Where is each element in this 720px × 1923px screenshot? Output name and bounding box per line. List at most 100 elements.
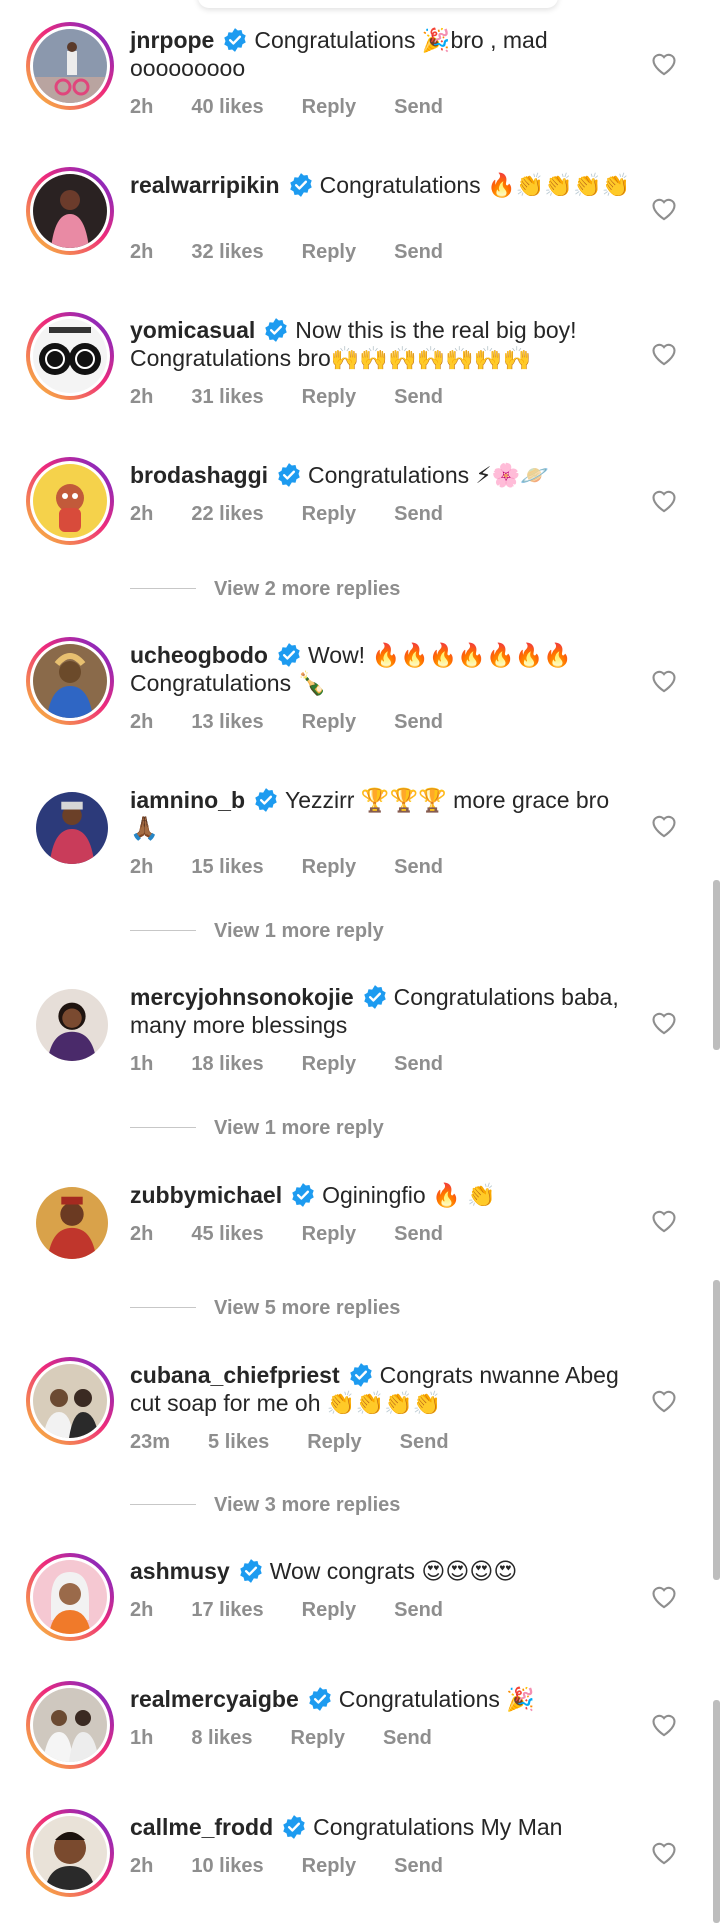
like-heart-icon[interactable]: [650, 1009, 678, 1035]
comment-time: 2h: [130, 1855, 154, 1877]
avatar[interactable]: [26, 1681, 114, 1769]
like-heart-icon[interactable]: [650, 1583, 678, 1609]
send-button[interactable]: Send: [400, 1431, 449, 1453]
reply-button[interactable]: Reply: [291, 1727, 345, 1749]
view-more-replies[interactable]: View 2 more replies: [130, 578, 400, 601]
reply-button[interactable]: Reply: [307, 1431, 361, 1453]
comment-username[interactable]: mercyjohnsonokojie: [130, 984, 354, 1010]
verified-badge-icon: [348, 1362, 374, 1388]
avatar[interactable]: [26, 1809, 114, 1897]
view-more-label[interactable]: View 1 more reply: [214, 920, 384, 942]
avatar[interactable]: [26, 22, 114, 110]
comment-likes[interactable]: 31 likes: [191, 386, 263, 408]
reply-button[interactable]: Reply: [302, 96, 356, 118]
avatar[interactable]: [26, 1357, 114, 1445]
comment-likes[interactable]: 18 likes: [191, 1053, 263, 1075]
like-heart-icon[interactable]: [650, 1387, 678, 1413]
send-button[interactable]: Send: [394, 96, 443, 118]
like-heart-icon[interactable]: [650, 1207, 678, 1233]
send-button[interactable]: Send: [394, 711, 443, 733]
comment-likes[interactable]: 13 likes: [191, 711, 263, 733]
comment-text-block: ucheogbodo Wow! 🔥🔥🔥🔥🔥🔥🔥 Congratulations 🍾: [130, 641, 640, 697]
comment-likes[interactable]: 45 likes: [191, 1223, 263, 1245]
send-button[interactable]: Send: [383, 1727, 432, 1749]
comment-username[interactable]: ucheogbodo: [130, 642, 268, 668]
comment-username[interactable]: yomicasual: [130, 317, 255, 343]
comment-text-block: ashmusy Wow congrats 😍😍😍😍: [130, 1557, 640, 1585]
avatar[interactable]: [26, 782, 114, 870]
view-more-replies[interactable]: View 5 more replies: [130, 1297, 400, 1320]
like-heart-icon[interactable]: [650, 340, 678, 366]
comment-likes[interactable]: 32 likes: [191, 241, 263, 263]
reply-button[interactable]: Reply: [302, 1223, 356, 1245]
like-heart-icon[interactable]: [650, 1711, 678, 1737]
send-button[interactable]: Send: [394, 241, 443, 263]
send-button[interactable]: Send: [394, 1599, 443, 1621]
reply-button[interactable]: Reply: [302, 1053, 356, 1075]
comment-likes[interactable]: 5 likes: [208, 1431, 269, 1453]
comment-likes[interactable]: 17 likes: [191, 1599, 263, 1621]
view-more-label[interactable]: View 5 more replies: [214, 1297, 400, 1319]
reply-button[interactable]: Reply: [302, 1855, 356, 1877]
comment-username[interactable]: iamnino_b: [130, 787, 245, 813]
comment-username[interactable]: cubana_chiefpriest: [130, 1362, 340, 1388]
top-sheet-edge: [198, 0, 558, 8]
comment-likes[interactable]: 10 likes: [191, 1855, 263, 1877]
view-more-label[interactable]: View 2 more replies: [214, 578, 400, 600]
avatar[interactable]: [26, 1553, 114, 1641]
comment-username[interactable]: brodashaggi: [130, 462, 268, 488]
comment-text-block: jnrpope Congratulations 🎉bro , mad oooooo…: [130, 26, 640, 82]
avatar[interactable]: [26, 167, 114, 255]
verified-badge-icon: [276, 642, 302, 668]
reply-button[interactable]: Reply: [302, 386, 356, 408]
reply-button[interactable]: Reply: [302, 1599, 356, 1621]
avatar[interactable]: [26, 1177, 114, 1265]
like-heart-icon[interactable]: [650, 195, 678, 221]
scrollbar-thumb[interactable]: [713, 1280, 720, 1580]
verified-badge-icon: [362, 984, 388, 1010]
send-button[interactable]: Send: [394, 386, 443, 408]
verified-badge-icon: [263, 317, 289, 343]
send-button[interactable]: Send: [394, 1855, 443, 1877]
comment-meta: 2h 32 likes Reply Send: [130, 241, 481, 264]
comment-meta: 1h 18 likes Reply Send: [130, 1053, 481, 1076]
avatar[interactable]: [26, 312, 114, 400]
comment-username[interactable]: realwarripikin: [130, 172, 280, 198]
reply-button[interactable]: Reply: [302, 711, 356, 733]
avatar[interactable]: [26, 637, 114, 725]
scrollbar-thumb[interactable]: [713, 880, 720, 1050]
send-button[interactable]: Send: [394, 503, 443, 525]
comment-time: 2h: [130, 1599, 154, 1621]
like-heart-icon[interactable]: [650, 667, 678, 693]
scrollbar-thumb[interactable]: [713, 1700, 720, 1923]
comment-meta: 2h 17 likes Reply Send: [130, 1599, 481, 1622]
view-more-replies[interactable]: View 1 more reply: [130, 920, 384, 943]
view-more-label[interactable]: View 3 more replies: [214, 1494, 400, 1516]
reply-button[interactable]: Reply: [302, 503, 356, 525]
comment-username[interactable]: jnrpope: [130, 27, 214, 53]
comment-username[interactable]: realmercyaigbe: [130, 1686, 299, 1712]
comment-username[interactable]: zubbymichael: [130, 1182, 282, 1208]
view-more-replies[interactable]: View 1 more reply: [130, 1117, 384, 1140]
like-heart-icon[interactable]: [650, 50, 678, 76]
view-more-replies[interactable]: View 3 more replies: [130, 1494, 400, 1517]
comment-meta: 23m 5 likes Reply Send: [130, 1431, 487, 1454]
comment-likes[interactable]: 22 likes: [191, 503, 263, 525]
send-button[interactable]: Send: [394, 1053, 443, 1075]
like-heart-icon[interactable]: [650, 812, 678, 838]
send-button[interactable]: Send: [394, 1223, 443, 1245]
comment-username[interactable]: callme_frodd: [130, 1814, 273, 1840]
like-heart-icon[interactable]: [650, 487, 678, 513]
reply-button[interactable]: Reply: [302, 241, 356, 263]
like-heart-icon[interactable]: [650, 1839, 678, 1865]
comment-username[interactable]: ashmusy: [130, 1558, 230, 1584]
avatar[interactable]: [26, 457, 114, 545]
reply-thread-line: [130, 1504, 196, 1505]
avatar[interactable]: [26, 979, 114, 1067]
view-more-label[interactable]: View 1 more reply: [214, 1117, 384, 1139]
send-button[interactable]: Send: [394, 856, 443, 878]
reply-button[interactable]: Reply: [302, 856, 356, 878]
comment-likes[interactable]: 40 likes: [191, 96, 263, 118]
comment-likes[interactable]: 15 likes: [191, 856, 263, 878]
comment-likes[interactable]: 8 likes: [191, 1727, 252, 1749]
